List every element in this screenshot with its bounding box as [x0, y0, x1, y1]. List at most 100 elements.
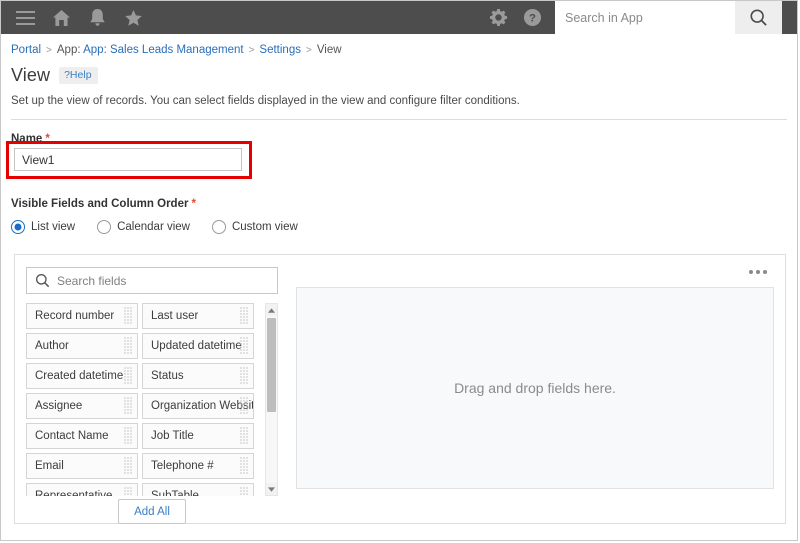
view-type-radio-group: List view Calendar view Custom view [11, 220, 320, 234]
visible-fields-required-marker: * [191, 198, 195, 210]
field-chip[interactable]: Telephone # [142, 453, 254, 479]
drag-handle-icon[interactable] [124, 337, 133, 356]
help-badge[interactable]: ?Help [59, 67, 97, 84]
drag-handle-icon[interactable] [240, 367, 249, 386]
field-chip[interactable]: Email [26, 453, 138, 479]
drag-handle-icon[interactable] [124, 457, 133, 476]
drag-handle-icon[interactable] [240, 487, 249, 496]
home-icon[interactable] [45, 1, 77, 34]
field-chip[interactable]: Job Title [142, 423, 254, 449]
field-chip-label: Organization Website [143, 400, 253, 412]
radio-custom-view-label: Custom view [232, 221, 298, 233]
available-fields-list: Record number Last user Author Updated date… [26, 303, 278, 496]
field-chip-label: Job Title [143, 430, 194, 442]
field-chip-label: Contact Name [27, 430, 109, 442]
gear-icon[interactable] [481, 1, 515, 34]
scroll-up-arrow-icon[interactable] [266, 304, 277, 316]
field-chip[interactable]: Updated datetime [142, 333, 254, 359]
page-title: View [11, 65, 50, 86]
search-fields-icon [27, 273, 57, 288]
field-chip[interactable]: Status [142, 363, 254, 389]
field-chip-label: Last user [143, 310, 198, 322]
name-input[interactable] [14, 148, 242, 171]
field-search-box [26, 267, 278, 294]
field-chip-label: Record number [27, 310, 114, 322]
fields-scrollbar[interactable] [265, 303, 278, 496]
radio-custom-view-dot[interactable] [212, 220, 226, 234]
drag-handle-icon[interactable] [124, 367, 133, 386]
field-chip[interactable]: Assignee [26, 393, 138, 419]
field-chip[interactable]: Representative [26, 483, 138, 496]
field-chip[interactable]: Last user [142, 303, 254, 329]
breadcrumb-item-current: View [317, 44, 342, 56]
app-search [555, 1, 782, 34]
drag-handle-icon[interactable] [240, 457, 249, 476]
field-chip[interactable]: SubTable [142, 483, 254, 496]
drag-handle-icon[interactable] [240, 397, 249, 416]
drag-handle-icon[interactable] [240, 427, 249, 446]
drag-handle-icon[interactable] [240, 307, 249, 326]
search-button[interactable] [735, 1, 782, 34]
star-icon[interactable] [117, 1, 149, 34]
visible-fields-label: Visible Fields and Column Order* [11, 198, 196, 210]
scroll-down-arrow-icon[interactable] [266, 483, 277, 495]
field-chip-label: Telephone # [143, 460, 214, 472]
add-all-button[interactable]: Add All [118, 499, 186, 524]
breadcrumb-app-link[interactable]: App: Sales Leads Management [83, 44, 243, 56]
radio-custom-view[interactable]: Custom view [212, 220, 298, 234]
drag-handle-icon[interactable] [124, 307, 133, 326]
field-chip[interactable]: Author [26, 333, 138, 359]
breadcrumb-item-portal[interactable]: Portal [11, 44, 41, 56]
help-circle-icon[interactable]: ? [515, 1, 549, 34]
breadcrumb-separator: > [46, 45, 52, 56]
topbar-right-group: ? [481, 1, 797, 34]
dropzone-placeholder: Drag and drop fields here. [454, 380, 616, 396]
scrollbar-thumb[interactable] [267, 318, 276, 412]
name-label: Name* [1, 120, 797, 145]
visible-fields-label-text: Visible Fields and Column Order [11, 198, 188, 210]
more-options-icon[interactable] [745, 266, 771, 278]
field-chip[interactable]: Organization Website [142, 393, 254, 419]
drag-handle-icon[interactable] [124, 427, 133, 446]
drag-handle-icon[interactable] [124, 397, 133, 416]
field-chip-grid: Record number Last user Author Updated date… [26, 303, 262, 496]
field-chip-label: Updated datetime [143, 340, 242, 352]
field-chip-label: SubTable [143, 490, 199, 496]
field-chip-label: Created datetime [27, 370, 123, 382]
radio-calendar-view[interactable]: Calendar view [97, 220, 190, 234]
breadcrumb-separator: > [306, 45, 312, 56]
breadcrumb-item-app: App: App: Sales Leads Management [57, 44, 244, 56]
menu-icon[interactable] [9, 1, 41, 34]
breadcrumb: Portal > App: App: Sales Leads Managemen… [1, 34, 797, 56]
drag-handle-icon[interactable] [240, 337, 249, 356]
search-input[interactable] [555, 1, 735, 34]
dot [749, 270, 753, 274]
add-all-row: Add All [26, 499, 278, 524]
field-chip[interactable]: Created datetime [26, 363, 138, 389]
name-label-text: Name [11, 133, 42, 145]
radio-list-view[interactable]: List view [11, 220, 75, 234]
radio-calendar-view-dot[interactable] [97, 220, 111, 234]
field-chip-label: Representative [27, 490, 112, 496]
breadcrumb-separator: > [249, 45, 255, 56]
field-chip-label: Status [143, 370, 184, 382]
name-required-marker: * [45, 133, 49, 145]
radio-calendar-view-label: Calendar view [117, 221, 190, 233]
page-header: View ?Help [1, 56, 797, 86]
field-configuration-panel: Record number Last user Author Updated date… [14, 254, 786, 524]
field-chip[interactable]: Contact Name [26, 423, 138, 449]
field-chip-label: Assignee [27, 400, 82, 412]
drag-handle-icon[interactable] [124, 487, 133, 496]
available-fields-column: Record number Last user Author Updated date… [26, 267, 289, 496]
field-chip[interactable]: Record number [26, 303, 138, 329]
column-order-dropzone[interactable]: Drag and drop fields here. [296, 287, 774, 489]
page-description: Set up the view of records. You can sele… [1, 86, 797, 107]
radio-list-view-dot[interactable] [11, 220, 25, 234]
radio-list-view-label: List view [31, 221, 75, 233]
svg-text:?: ? [529, 13, 536, 25]
dot [763, 270, 767, 274]
breadcrumb-item-settings[interactable]: Settings [259, 44, 301, 56]
field-search-input[interactable] [57, 274, 277, 288]
field-chip-label: Email [27, 460, 64, 472]
bell-icon[interactable] [81, 1, 113, 34]
